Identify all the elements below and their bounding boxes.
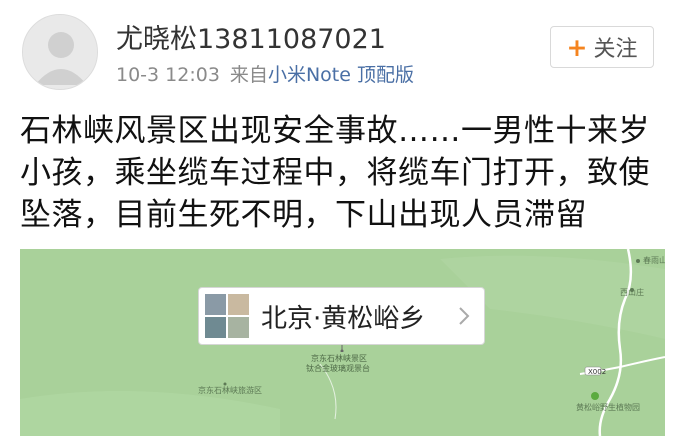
map-card[interactable]: 春雨山庄 西山庄 X002 黄松峪野生植物园 京东石林峡旅游区 京东石林峡景区 … — [20, 249, 665, 436]
source-app-link[interactable]: 小米Note 顶配版 — [268, 64, 414, 86]
map-label-bottom-right: 黄松峪野生植物园 — [576, 403, 640, 412]
plus-icon: + — [566, 32, 588, 62]
location-card[interactable]: 北京·黄松峪乡 — [198, 287, 485, 345]
map-label-top-right-1: 春雨山庄 — [643, 256, 665, 265]
map-area-label: 京东石林峡旅游区 — [198, 386, 262, 395]
post-meta: 10-3 12:03 来自小米Note 顶配版 — [116, 63, 414, 87]
map-road-label: X002 — [588, 368, 607, 376]
map-poi-label-2: 钛合金玻璃观景台 — [306, 364, 370, 373]
follow-label: 关注 — [593, 37, 638, 62]
follow-button[interactable]: + 关注 — [550, 26, 654, 68]
username[interactable]: 尤晓松13811087021 — [116, 24, 386, 56]
source-prefix: 来自 — [229, 64, 268, 86]
user-avatar-icon — [23, 15, 97, 89]
map-label-top-right-2: 西山庄 — [620, 288, 644, 297]
post-text: 石林峡风景区出现安全事故……一男性十来岁小孩，乘坐缆车过程中，将缆车门打开，致使… — [20, 113, 650, 233]
location-thumbnail — [205, 294, 249, 338]
location-name: 北京·黄松峪乡 — [261, 303, 426, 334]
chevron-right-icon — [458, 306, 470, 330]
post-time: 10-3 12:03 — [116, 64, 220, 86]
avatar[interactable] — [22, 14, 98, 90]
